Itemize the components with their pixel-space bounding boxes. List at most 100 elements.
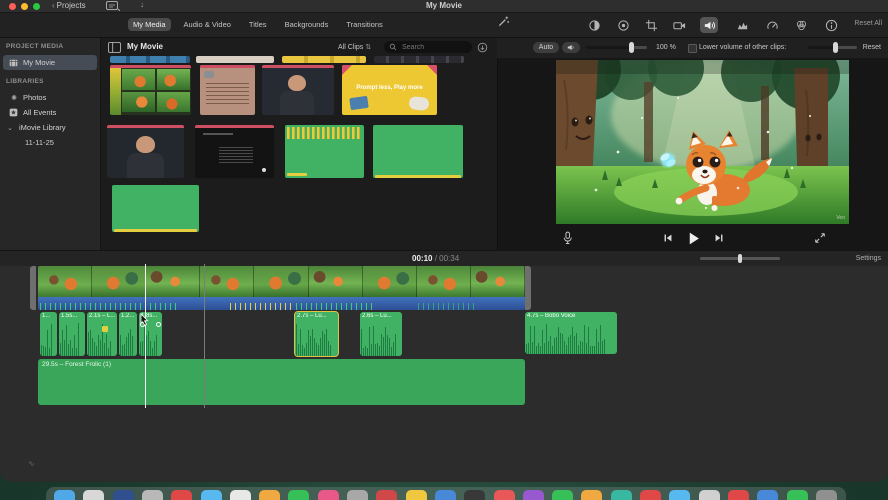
promo-photo <box>408 95 430 112</box>
lower-volume-checkbox[interactable] <box>688 44 697 53</box>
ducking-slider[interactable] <box>807 42 857 53</box>
media-thumbnail-partial[interactable] <box>374 56 464 63</box>
sidebar-item-photos[interactable]: ✺ Photos <box>3 90 97 105</box>
dock-app-icon[interactable] <box>786 490 808 500</box>
dock-app-icon[interactable] <box>171 490 193 500</box>
browser-sidebar-toggle-icon[interactable] <box>108 42 121 53</box>
dock-app-icon[interactable] <box>434 490 456 500</box>
reset-button[interactable]: Reset <box>863 44 881 51</box>
reset-all-button[interactable]: Reset All <box>854 20 882 27</box>
timeline-audio-clip[interactable]: 2.6s – Lu... <box>360 312 402 356</box>
media-thumbnail-partial[interactable] <box>110 56 190 63</box>
noise-reduction-icon[interactable] <box>733 17 751 33</box>
volume-slider[interactable] <box>585 42 647 53</box>
timeline-audio-clip-selected[interactable]: 2.7s – Lu... <box>294 311 339 357</box>
dock-app-icon[interactable] <box>54 490 75 500</box>
dock-app-icon[interactable] <box>405 490 427 500</box>
timeline-music-clip[interactable]: 29.5s – Forest Frolic (1) <box>38 359 525 405</box>
clip-trim-handle-left[interactable] <box>30 266 36 310</box>
video-clip-filmstrip[interactable] <box>38 266 525 297</box>
search-input[interactable] <box>400 42 464 52</box>
ducking-slider-knob[interactable] <box>833 42 838 53</box>
dock-app-icon[interactable] <box>141 490 163 500</box>
speed-icon[interactable] <box>763 17 781 33</box>
media-thumbnail-fox-collage[interactable] <box>110 65 191 115</box>
clip-filter-icon[interactable] <box>792 17 810 33</box>
sidebar-item-imovie-library[interactable]: ⌄ iMovie Library <box>3 120 97 135</box>
dock-app-icon[interactable] <box>669 490 691 500</box>
timeline-audio-clip[interactable]: 2.1s – L... <box>87 312 117 356</box>
timeline-settings-button[interactable]: Settings <box>856 255 881 262</box>
dock-app-icon[interactable] <box>200 490 222 500</box>
dock-app-icon[interactable] <box>581 490 603 500</box>
media-thumbnail-audio-1[interactable] <box>285 125 364 178</box>
media-thumbnail-partial[interactable] <box>196 56 274 63</box>
volume-slider-knob[interactable] <box>629 42 634 53</box>
dock-app-icon[interactable] <box>727 490 749 500</box>
dock-app-icon[interactable] <box>376 490 398 500</box>
auto-volume-button[interactable]: Auto <box>533 42 559 53</box>
media-thumbnail-audio-2[interactable] <box>373 125 463 178</box>
volume-icon[interactable] <box>700 17 718 33</box>
project-media-header: PROJECT MEDIA <box>6 43 64 50</box>
sidebar-item-my-movie[interactable]: My Movie <box>3 55 97 70</box>
search-box[interactable] <box>384 41 472 53</box>
play-button[interactable] <box>686 231 701 246</box>
dock-app-icon[interactable] <box>640 490 661 500</box>
media-thumbnail-partial[interactable] <box>282 56 366 63</box>
dock-app-icon[interactable] <box>610 490 632 500</box>
audio-label-strip <box>287 173 307 176</box>
dock-app-icon[interactable] <box>815 490 837 500</box>
camera-badge-icon <box>204 71 214 78</box>
sidebar-item-event-date[interactable]: 11-11-25 <box>3 135 97 150</box>
clip-trim-handle-right[interactable] <box>525 266 531 310</box>
dock-app-icon[interactable] <box>288 490 310 500</box>
media-thumbnail-webcam-1[interactable] <box>262 65 334 115</box>
video-audio-waveform-bar[interactable] <box>38 297 525 310</box>
dock-app-icon[interactable] <box>464 490 486 500</box>
filmstrip-frame <box>416 266 471 297</box>
sidebar-item-all-events[interactable]: All Events <box>3 105 97 120</box>
timeline-audio-clip[interactable]: 4.7s – Bobo Voice <box>525 312 617 354</box>
dock-app-icon[interactable] <box>347 490 368 500</box>
crop-icon[interactable] <box>642 17 660 33</box>
all-clips-filter[interactable]: All Clips ⇅ <box>338 43 371 51</box>
timeline-audio-clip[interactable]: 1... <box>40 312 57 356</box>
timeline-zoom-knob[interactable] <box>738 254 742 263</box>
media-thumbnail-document[interactable] <box>200 65 255 115</box>
collage-cell <box>157 69 190 90</box>
dock-app-icon[interactable] <box>259 490 281 500</box>
dock-app-icon[interactable] <box>522 490 544 500</box>
fade-handle[interactable] <box>156 322 161 327</box>
media-thumbnail-screen-recording[interactable] <box>195 125 274 178</box>
dock-app-icon[interactable] <box>698 490 720 500</box>
promo-text: Prompt less, Play more <box>356 85 423 91</box>
timeline-zoom-slider[interactable] <box>700 254 780 263</box>
clip-appearance-icon[interactable] <box>477 42 488 53</box>
mute-speaker-button[interactable] <box>562 42 580 53</box>
timeline-playhead[interactable] <box>145 264 146 408</box>
dock-app-icon[interactable] <box>229 490 251 500</box>
dock-app-icon[interactable] <box>83 490 105 500</box>
voiceover-mic-icon[interactable] <box>562 231 573 245</box>
timeline-skimmer[interactable] <box>204 264 205 408</box>
collage-cell <box>122 92 155 112</box>
color-balance-icon[interactable] <box>585 17 603 33</box>
media-thumbnail-promo[interactable]: Prompt less, Play more <box>342 65 437 115</box>
color-correction-icon[interactable] <box>614 17 632 33</box>
timeline-audio-clip[interactable]: 1.2... <box>119 312 137 356</box>
timeline-audio-clip[interactable]: 1.5s... <box>59 312 85 356</box>
dock-app-icon[interactable] <box>317 490 339 500</box>
stabilization-icon[interactable] <box>670 17 688 33</box>
media-thumbnail-webcam-2[interactable] <box>107 125 184 178</box>
dock-app-icon[interactable] <box>112 490 134 500</box>
previous-frame-button[interactable] <box>662 232 674 244</box>
dock-app-icon[interactable] <box>757 490 779 500</box>
dock-app-icon[interactable] <box>493 490 515 500</box>
dock-app-icon[interactable] <box>552 490 574 500</box>
video-preview[interactable]: Veo <box>556 60 849 224</box>
media-thumbnail-audio-3[interactable] <box>112 185 199 232</box>
fullscreen-icon[interactable] <box>814 232 826 244</box>
info-icon[interactable] <box>822 17 840 33</box>
next-frame-button[interactable] <box>713 232 725 244</box>
